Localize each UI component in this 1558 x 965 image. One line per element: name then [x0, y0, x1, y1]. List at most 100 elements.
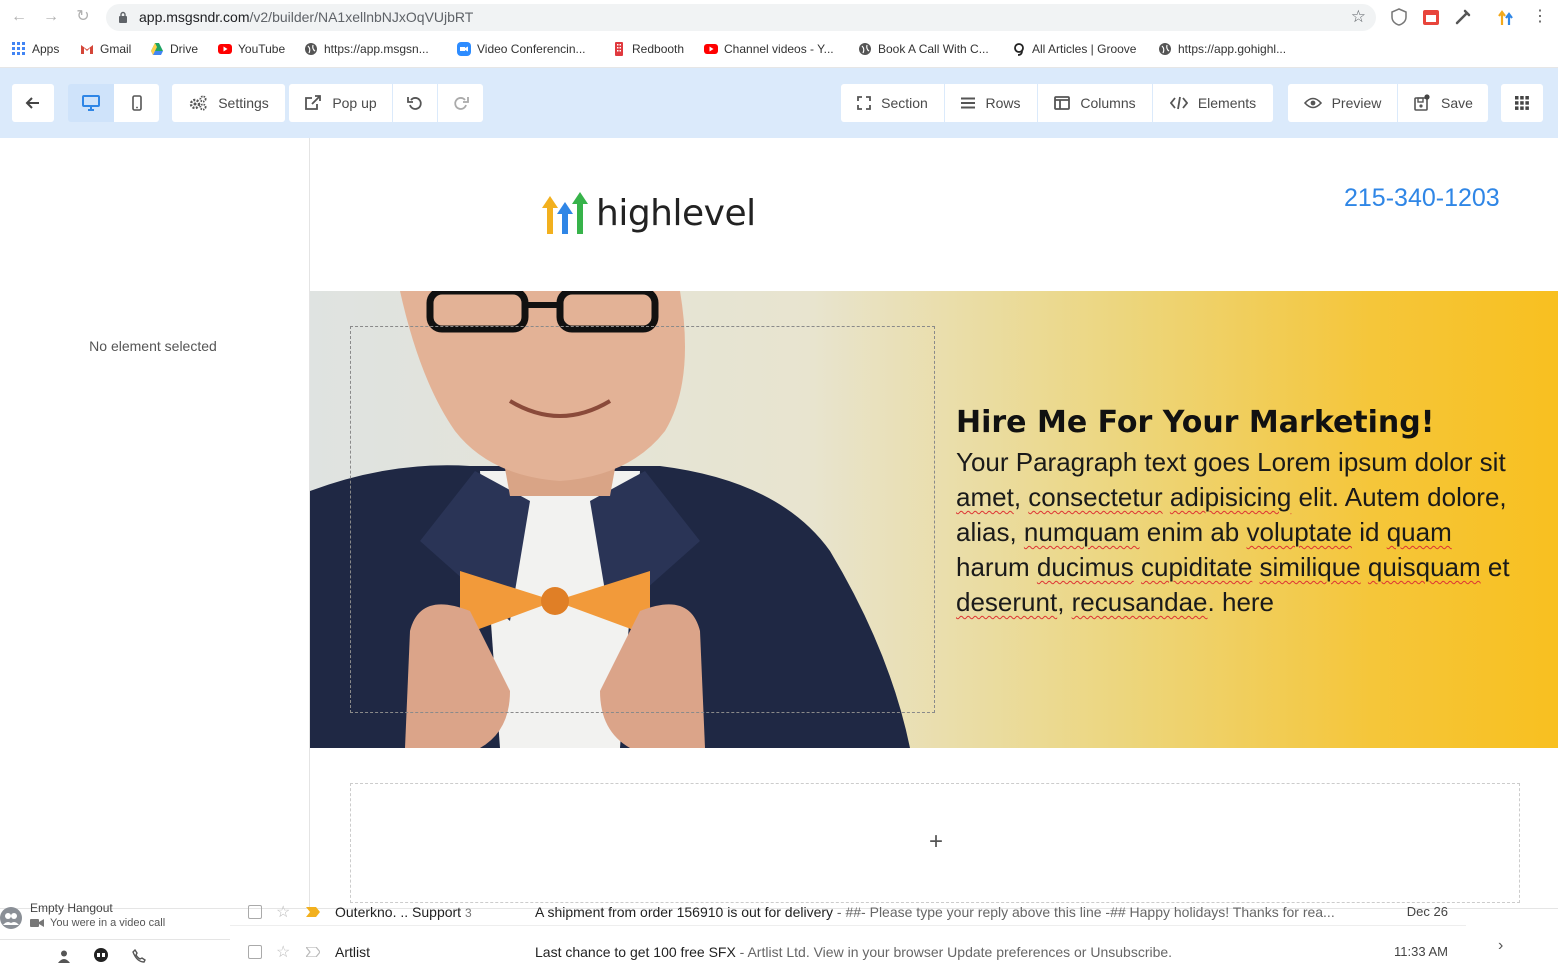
mobile-icon: [131, 95, 142, 111]
forward-arrow-icon[interactable]: →: [40, 6, 62, 28]
star-icon[interactable]: ☆: [276, 902, 290, 922]
columns-button[interactable]: Columns: [1038, 84, 1152, 122]
hangouts-quote-icon[interactable]: [93, 948, 109, 964]
image-element-outline[interactable]: [350, 326, 935, 713]
redo-button[interactable]: [438, 84, 483, 122]
email-subject: A shipment from order 156910 is out for …: [535, 903, 1335, 920]
highlevel-logo[interactable]: highlevel: [542, 192, 756, 234]
elements-button[interactable]: Elements: [1153, 84, 1273, 122]
redbooth-icon: [615, 42, 623, 56]
important-marker-icon[interactable]: [306, 906, 320, 917]
globe-icon: [305, 43, 317, 55]
undo-button[interactable]: [393, 84, 437, 122]
eyedropper-extension-icon[interactable]: [1453, 7, 1473, 27]
gmail-background-window: Empty Hangout You were in a video call ☆…: [0, 901, 1558, 965]
back-arrow-icon[interactable]: ←: [8, 6, 30, 28]
add-row-placeholder[interactable]: +: [350, 783, 1520, 903]
add-row-plus-icon[interactable]: +: [351, 828, 1521, 856]
bookmarks-bar: Apps Gmail Drive YouTube https://app.msg…: [0, 37, 1558, 61]
gmail-icon: [81, 45, 93, 54]
apps-menu-button[interactable]: [1501, 84, 1543, 122]
columns-label: Columns: [1080, 95, 1136, 111]
bookmark-star-icon[interactable]: ☆: [1351, 7, 1366, 27]
email-sender: Artlist: [335, 943, 370, 960]
section-button[interactable]: Section: [841, 84, 944, 122]
hero-paragraph[interactable]: Your Paragraph text goes Lorem ipsum dol…: [956, 445, 1516, 620]
hangout-panel[interactable]: Empty Hangout You were in a video call: [0, 901, 230, 965]
bookmark-youtube[interactable]: YouTube: [218, 37, 285, 61]
email-row[interactable]: ☆ Artlist Last chance to get 100 free SF…: [230, 938, 1466, 965]
popup-button[interactable]: Pop up: [289, 84, 392, 122]
highlevel-extension-icon[interactable]: [1496, 7, 1516, 27]
grid-icon: [1515, 96, 1529, 110]
bookmark-gmail[interactable]: Gmail: [80, 37, 131, 61]
settings-button[interactable]: Settings: [172, 84, 285, 122]
save-label: Save: [1441, 95, 1473, 111]
preview-button[interactable]: Preview: [1288, 84, 1397, 122]
highlevel-logo-arrows-icon: [542, 192, 588, 234]
row-checkbox[interactable]: [248, 904, 262, 919]
external-edit-icon: [305, 95, 322, 110]
email-row[interactable]: ☆ Outerkno. .. Support 3 A shipment from…: [230, 898, 1466, 926]
desktop-view-button[interactable]: [68, 84, 114, 122]
expand-icon: [857, 96, 872, 110]
bookmark-apps[interactable]: Apps: [12, 37, 59, 61]
row-checkbox[interactable]: [248, 944, 262, 959]
elements-label: Elements: [1197, 95, 1257, 111]
calendar-extension-icon[interactable]: [1421, 7, 1441, 27]
rows-label: Rows: [985, 95, 1021, 111]
undo-icon: [407, 97, 422, 110]
bookmark-channel-videos[interactable]: Channel videos - Y...: [704, 37, 834, 61]
bookmark-groove[interactable]: All Articles | Groove: [1012, 37, 1136, 61]
no-element-selected-text: No element selected: [89, 338, 217, 354]
bookmark-gohighlevel[interactable]: https://app.gohighl...: [1158, 37, 1286, 61]
url-host: app.msgsndr.com: [139, 9, 250, 25]
reload-icon[interactable]: ↻: [72, 6, 94, 28]
groove-icon: [1014, 43, 1024, 56]
rows-icon: [961, 97, 976, 109]
element-settings-panel: No element selected: [0, 138, 310, 908]
builder-canvas: highlevel 215-340-1203 Hire Me For Your …: [310, 138, 1558, 908]
important-marker-icon[interactable]: [306, 946, 320, 957]
bookmark-label: Book A Call With C...: [878, 42, 989, 56]
zoom-icon: [457, 42, 471, 56]
email-date: 11:33 AM: [1394, 944, 1448, 959]
bookmark-drive[interactable]: Drive: [150, 37, 198, 61]
columns-icon: [1054, 96, 1071, 110]
contacts-person-icon[interactable]: [57, 949, 71, 963]
bookmark-redbooth[interactable]: Redbooth: [612, 37, 684, 61]
eye-icon: [1303, 97, 1322, 109]
builder-toolbar: Settings Pop up Section Rows Columns Ele…: [0, 68, 1558, 138]
section-label: Section: [881, 95, 928, 111]
rows-button[interactable]: Rows: [945, 84, 1037, 122]
drive-icon: [151, 43, 163, 55]
back-arrow-icon: [25, 97, 39, 109]
hero-section[interactable]: Hire Me For Your Marketing! Your Paragra…: [310, 291, 1558, 748]
logo-text: highlevel: [596, 192, 756, 234]
kebab-menu-icon[interactable]: ⋮: [1529, 6, 1551, 28]
phone-number[interactable]: 215-340-1203: [1344, 184, 1500, 213]
back-button[interactable]: [12, 84, 54, 122]
group-avatar-icon: [0, 907, 22, 929]
save-button[interactable]: Save: [1398, 84, 1488, 122]
url-text: app.msgsndr.com/v2/builder/NA1xellnbNJxO…: [139, 9, 473, 25]
bookmark-book-a-call[interactable]: Book A Call With C...: [858, 37, 989, 61]
address-bar[interactable]: app.msgsndr.com/v2/builder/NA1xellnbNJxO…: [106, 4, 1376, 31]
code-icon: [1169, 96, 1188, 110]
phone-icon[interactable]: [132, 949, 146, 963]
bookmark-label: Redbooth: [632, 42, 685, 56]
popup-label: Pop up: [332, 95, 377, 111]
star-icon[interactable]: ☆: [276, 942, 290, 962]
chevron-right-icon[interactable]: ›: [1498, 937, 1503, 955]
hero-title[interactable]: Hire Me For Your Marketing!: [956, 405, 1434, 440]
bookmark-video-conferencing[interactable]: Video Conferencin...: [457, 37, 586, 61]
youtube-icon: [704, 44, 718, 54]
shield-extension-icon[interactable]: [1389, 7, 1409, 27]
redo-icon: [453, 97, 469, 110]
bookmark-label: https://app.msgsn...: [324, 42, 429, 56]
lock-icon: [119, 11, 127, 23]
bookmark-msgsndr[interactable]: https://app.msgsn...: [304, 37, 429, 61]
mobile-view-button[interactable]: [114, 84, 159, 122]
hangout-divider: [0, 939, 230, 940]
bookmark-label: YouTube: [238, 42, 286, 56]
